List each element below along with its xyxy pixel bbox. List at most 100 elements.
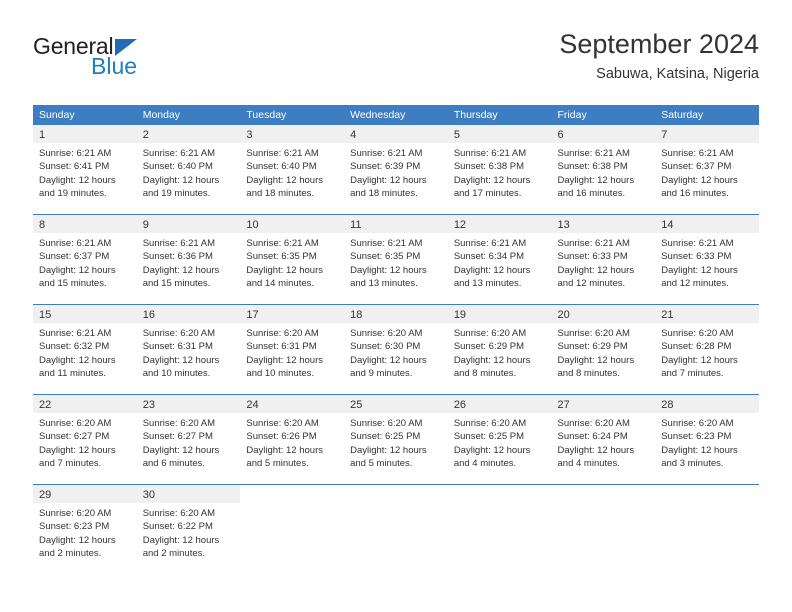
calendar-day-cell[interactable]: 13 Sunrise: 6:21 AM Sunset: 6:33 PM Dayligh… bbox=[551, 215, 656, 304]
calendar-day-cell[interactable]: 29 Sunrise: 6:20 AM Sunset: 6:23 PM Dayligh… bbox=[33, 485, 137, 574]
day-details: Sunrise: 6:21 AM Sunset: 6:40 PM Daylight:… bbox=[137, 143, 241, 201]
day-details: Sunrise: 6:20 AM Sunset: 6:27 PM Daylight:… bbox=[137, 413, 241, 471]
daylight-text-line2: and 10 minutes. bbox=[246, 368, 315, 380]
day-number: 21 bbox=[661, 309, 674, 321]
calendar-day-cell[interactable]: 21 Sunrise: 6:20 AM Sunset: 6:28 PM Dayligh… bbox=[655, 305, 759, 394]
calendar-day-cell[interactable]: 25 Sunrise: 6:20 AM Sunset: 6:25 PM Dayligh… bbox=[344, 395, 448, 484]
day-number: 18 bbox=[350, 309, 363, 321]
calendar-day-cell[interactable]: 24 Sunrise: 6:20 AM Sunset: 6:26 PM Dayligh… bbox=[240, 395, 345, 484]
daylight-text-line1: Daylight: 12 hours bbox=[39, 174, 116, 186]
daylight-text-line2: and 17 minutes. bbox=[453, 188, 522, 200]
day-details: Sunrise: 6:21 AM Sunset: 6:37 PM Daylight:… bbox=[33, 233, 137, 291]
calendar-day-cell[interactable]: 26 Sunrise: 6:20 AM Sunset: 6:25 PM Dayligh… bbox=[447, 395, 552, 484]
day-number-band: 15 bbox=[33, 305, 137, 323]
sunrise-text: Sunrise: 6:20 AM bbox=[453, 328, 527, 339]
daylight-text-line1: Daylight: 12 hours bbox=[142, 444, 220, 456]
calendar-cell-empty bbox=[448, 485, 552, 574]
sunrise-text: Sunrise: 6:20 AM bbox=[39, 418, 112, 429]
daylight-text-line2: and 16 minutes. bbox=[661, 188, 729, 200]
daylight-text-line1: Daylight: 12 hours bbox=[350, 354, 427, 366]
day-number-band: 29 bbox=[33, 485, 137, 503]
daylight-text-line1: Daylight: 12 hours bbox=[246, 444, 323, 456]
daylight-text-line1: Daylight: 12 hours bbox=[246, 174, 323, 186]
daylight-text-line2: and 15 minutes. bbox=[39, 278, 107, 290]
sunset-text: Sunset: 6:35 PM bbox=[350, 251, 421, 263]
general-blue-logo[interactable]: General Blue bbox=[33, 33, 233, 83]
daylight-text-line1: Daylight: 12 hours bbox=[39, 354, 116, 366]
sunrise-text: Sunrise: 6:21 AM bbox=[661, 148, 734, 159]
sunrise-text: Sunrise: 6:20 AM bbox=[661, 328, 734, 339]
sunset-text: Sunset: 6:33 PM bbox=[557, 251, 628, 263]
calendar-day-cell[interactable]: 27 Sunrise: 6:20 AM Sunset: 6:24 PM Dayligh… bbox=[551, 395, 656, 484]
daylight-text-line1: Daylight: 12 hours bbox=[453, 264, 531, 276]
daylight-text-line2: and 16 minutes. bbox=[557, 188, 626, 200]
calendar-day-cell[interactable]: 10 Sunrise: 6:21 AM Sunset: 6:35 PM Dayligh… bbox=[240, 215, 345, 304]
daylight-text-line2: and 7 minutes. bbox=[661, 368, 724, 380]
calendar-day-cell[interactable]: 16 Sunrise: 6:20 AM Sunset: 6:31 PM Dayligh… bbox=[136, 305, 241, 394]
sunset-text: Sunset: 6:25 PM bbox=[453, 431, 525, 443]
sunset-text: Sunset: 6:22 PM bbox=[142, 521, 213, 533]
daylight-text-line2: and 14 minutes. bbox=[246, 278, 315, 290]
calendar-day-cell[interactable]: 12 Sunrise: 6:21 AM Sunset: 6:34 PM Dayligh… bbox=[447, 215, 552, 304]
day-number: 29 bbox=[39, 489, 52, 501]
weekday-header-thursday: Thursday bbox=[453, 109, 498, 121]
sunset-text: Sunset: 6:34 PM bbox=[453, 251, 525, 263]
sunrise-text: Sunrise: 6:20 AM bbox=[557, 328, 630, 339]
sunset-text: Sunset: 6:36 PM bbox=[142, 251, 213, 263]
calendar-day-cell[interactable]: 11 Sunrise: 6:21 AM Sunset: 6:35 PM Dayligh… bbox=[344, 215, 448, 304]
calendar-day-cell[interactable]: 7 Sunrise: 6:21 AM Sunset: 6:37 PM Daylight… bbox=[655, 125, 759, 214]
day-details: Sunrise: 6:20 AM Sunset: 6:25 PM Daylight:… bbox=[344, 413, 448, 471]
day-number: 15 bbox=[39, 309, 52, 321]
calendar-cell-empty bbox=[240, 485, 344, 574]
calendar-day-cell[interactable]: 18 Sunrise: 6:20 AM Sunset: 6:30 PM Dayligh… bbox=[344, 305, 448, 394]
day-number: 6 bbox=[557, 129, 564, 141]
day-number-band: 6 bbox=[551, 125, 656, 143]
calendar-day-cell[interactable]: 6 Sunrise: 6:21 AM Sunset: 6:38 PM Daylight… bbox=[551, 125, 656, 214]
calendar-day-cell[interactable]: 17 Sunrise: 6:20 AM Sunset: 6:31 PM Dayligh… bbox=[240, 305, 345, 394]
calendar-day-cell[interactable]: 19 Sunrise: 6:20 AM Sunset: 6:29 PM Dayligh… bbox=[447, 305, 552, 394]
day-number-band bbox=[240, 485, 344, 503]
title-block: September 2024 Sabuwa, Katsina, Nigeria bbox=[559, 28, 759, 84]
day-number-band: 1 bbox=[33, 125, 137, 143]
calendar-day-cell[interactable]: 30 Sunrise: 6:20 AM Sunset: 6:22 PM Dayligh… bbox=[136, 485, 241, 574]
day-details: Sunrise: 6:20 AM Sunset: 6:26 PM Daylight:… bbox=[240, 413, 344, 471]
sunset-text: Sunset: 6:38 PM bbox=[557, 161, 628, 173]
daylight-text-line1: Daylight: 12 hours bbox=[661, 264, 738, 276]
sunrise-text: Sunrise: 6:20 AM bbox=[142, 508, 216, 519]
calendar-day-cell[interactable]: 9 Sunrise: 6:21 AM Sunset: 6:36 PM Daylight… bbox=[136, 215, 241, 304]
day-details: Sunrise: 6:20 AM Sunset: 6:27 PM Daylight:… bbox=[33, 413, 137, 471]
sunset-text: Sunset: 6:28 PM bbox=[661, 341, 732, 353]
day-number-band: 5 bbox=[447, 125, 552, 143]
calendar-day-cell[interactable]: 22 Sunrise: 6:20 AM Sunset: 6:27 PM Dayligh… bbox=[33, 395, 137, 484]
day-number: 26 bbox=[453, 399, 467, 411]
sunrise-text: Sunrise: 6:21 AM bbox=[39, 238, 112, 249]
day-number-band: 4 bbox=[344, 125, 448, 143]
sunset-text: Sunset: 6:29 PM bbox=[557, 341, 628, 353]
day-number-band: 2 bbox=[136, 125, 241, 143]
day-details: Sunrise: 6:21 AM Sunset: 6:34 PM Daylight:… bbox=[448, 233, 552, 291]
sunrise-text: Sunrise: 6:21 AM bbox=[557, 238, 630, 249]
sunset-text: Sunset: 6:35 PM bbox=[246, 251, 317, 263]
calendar-cell-empty bbox=[344, 485, 448, 574]
sunrise-text: Sunrise: 6:21 AM bbox=[557, 148, 630, 159]
day-number-band bbox=[552, 485, 656, 503]
sunrise-text: Sunrise: 6:21 AM bbox=[142, 148, 216, 159]
sunset-text: Sunset: 6:37 PM bbox=[661, 161, 732, 173]
calendar-day-cell[interactable]: 23 Sunrise: 6:20 AM Sunset: 6:27 PM Dayligh… bbox=[136, 395, 241, 484]
daylight-text-line2: and 12 minutes. bbox=[661, 278, 729, 290]
daylight-text-line2: and 18 minutes. bbox=[246, 188, 315, 200]
calendar-day-cell[interactable]: 28 Sunrise: 6:20 AM Sunset: 6:23 PM Dayligh… bbox=[655, 395, 759, 484]
calendar-day-cell[interactable]: 4 Sunrise: 6:21 AM Sunset: 6:39 PM Daylight… bbox=[344, 125, 448, 214]
calendar-day-cell[interactable]: 2 Sunrise: 6:21 AM Sunset: 6:40 PM Daylight… bbox=[136, 125, 241, 214]
calendar-day-cell[interactable]: 8 Sunrise: 6:21 AM Sunset: 6:37 PM Daylight… bbox=[33, 215, 137, 304]
day-details: Sunrise: 6:20 AM Sunset: 6:29 PM Daylight:… bbox=[448, 323, 552, 381]
calendar-day-cell[interactable]: 15 Sunrise: 6:21 AM Sunset: 6:32 PM Dayligh… bbox=[33, 305, 137, 394]
logo-text-blue: Blue bbox=[91, 53, 138, 79]
calendar-day-cell[interactable]: 14 Sunrise: 6:21 AM Sunset: 6:33 PM Dayligh… bbox=[655, 215, 759, 304]
daylight-text-line2: and 4 minutes. bbox=[557, 458, 620, 470]
calendar-day-cell[interactable]: 3 Sunrise: 6:21 AM Sunset: 6:40 PM Daylight… bbox=[240, 125, 345, 214]
calendar-day-cell[interactable]: 5 Sunrise: 6:21 AM Sunset: 6:38 PM Daylight… bbox=[447, 125, 552, 214]
day-number-band: 19 bbox=[447, 305, 552, 323]
calendar-day-cell[interactable]: 20 Sunrise: 6:20 AM Sunset: 6:29 PM Dayligh… bbox=[551, 305, 656, 394]
calendar-day-cell[interactable]: 1 Sunrise: 6:21 AM Sunset: 6:41 PM Daylight… bbox=[33, 125, 137, 214]
